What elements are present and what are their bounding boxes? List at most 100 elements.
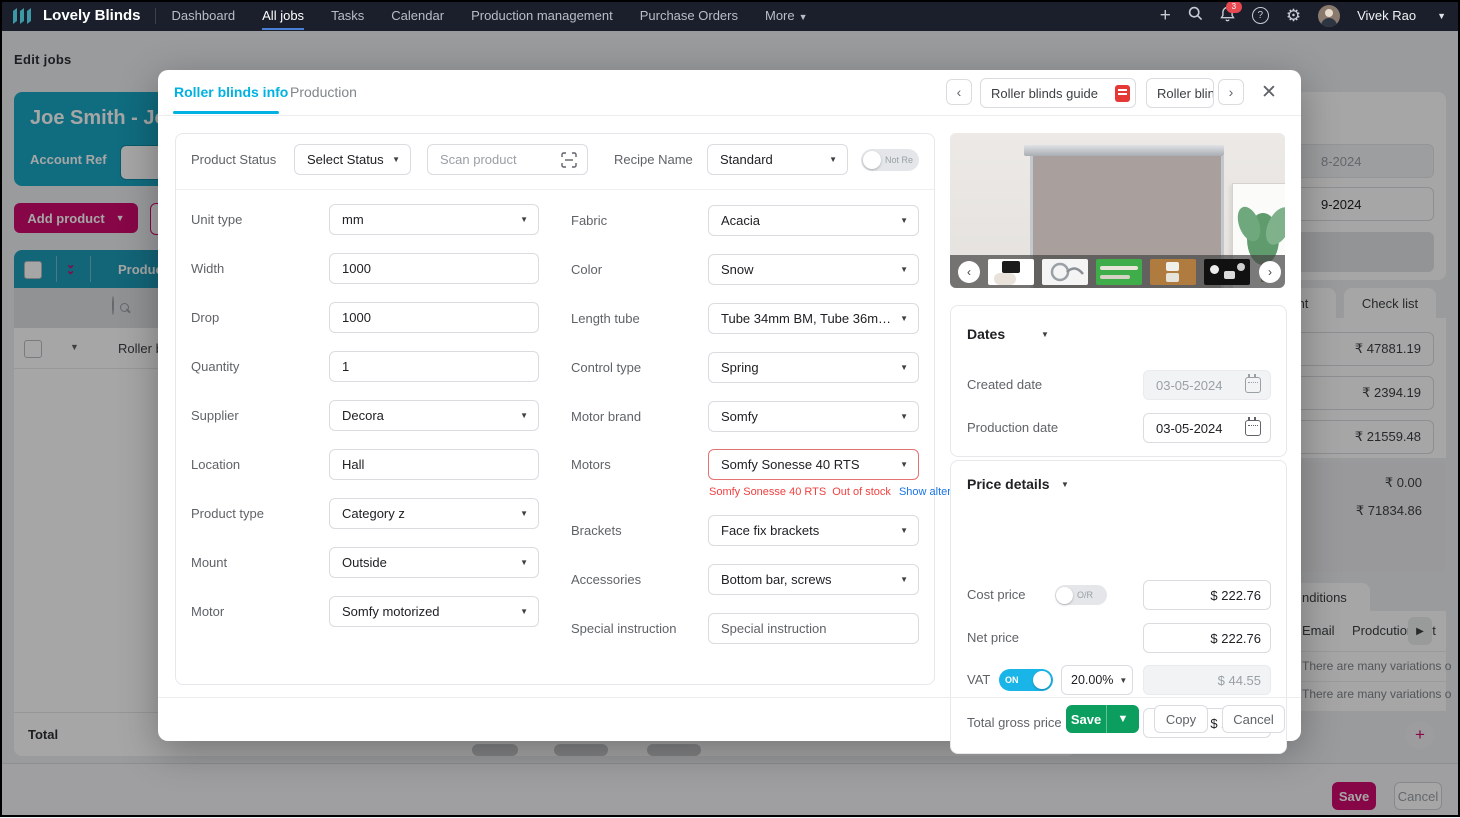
pdf-icon <box>1115 85 1130 102</box>
chevron-down-icon: ▼ <box>900 216 908 225</box>
topbar-divider <box>155 8 156 24</box>
brackets-label: Brackets <box>571 515 622 546</box>
product-status-label: Product Status <box>191 144 276 175</box>
recipe-name-label: Recipe Name <box>614 144 693 175</box>
supplier-select[interactable]: Decora▼ <box>329 400 539 431</box>
chevron-down-icon[interactable]: ▼ <box>1041 330 1049 339</box>
thumbnail-remote[interactable] <box>988 259 1034 285</box>
cost-override-toggle[interactable]: O/R <box>1055 585 1107 605</box>
nav-production-management[interactable]: Production management <box>471 8 613 23</box>
total-gross-label: Total gross price <box>967 708 1062 738</box>
production-date-input[interactable]: 03-05-2024 <box>1143 413 1271 443</box>
color-select[interactable]: Snow▼ <box>708 254 919 285</box>
vat-rate-select[interactable]: 20.00%▼ <box>1061 665 1133 695</box>
notifications-bell-icon[interactable]: 3 <box>1220 6 1235 26</box>
motor-brand-select[interactable]: Somfy▼ <box>708 401 919 432</box>
brackets-select[interactable]: Face fix brackets▼ <box>708 515 919 546</box>
chevron-down-icon: ▼ <box>900 412 908 421</box>
thumbnail-parts[interactable] <box>1204 259 1250 285</box>
location-input[interactable] <box>329 449 539 480</box>
guide-pdf-button[interactable]: Roller blinds guide <box>980 78 1136 108</box>
accessories-label: Accessories <box>571 564 641 595</box>
guide-next-button[interactable]: › <box>1218 79 1244 105</box>
save-button[interactable]: Save <box>1066 705 1106 733</box>
accessories-select[interactable]: Bottom bar, screws▼ <box>708 564 919 595</box>
thumbnail-tubes[interactable] <box>1096 259 1142 285</box>
length-tube-label: Length tube <box>571 303 640 334</box>
add-icon[interactable]: + <box>1160 6 1171 25</box>
chevron-down-icon: ▼ <box>520 607 528 616</box>
user-avatar[interactable] <box>1318 5 1340 27</box>
nav-calendar[interactable]: Calendar <box>391 8 444 23</box>
unit-type-select[interactable]: mm▼ <box>329 204 539 235</box>
close-icon[interactable]: ✕ <box>1261 81 1277 104</box>
nav-all-jobs[interactable]: All jobs <box>262 8 304 23</box>
not-ready-toggle[interactable]: Not Rea... <box>861 149 919 171</box>
cost-price-input[interactable]: $ 222.76 <box>1143 580 1271 610</box>
nav-dashboard[interactable]: Dashboard <box>172 8 236 23</box>
special-instruction-input[interactable] <box>708 613 919 644</box>
guide-prev-button[interactable]: ‹ <box>946 79 972 105</box>
motors-select[interactable]: Somfy Sonesse 40 RTS▼ <box>708 449 919 480</box>
active-tab-underline <box>173 111 279 114</box>
supplier-label: Supplier <box>191 400 239 431</box>
tab-roller-blinds-info[interactable]: Roller blinds info <box>174 84 288 100</box>
quantity-label: Quantity <box>191 351 239 382</box>
guide-next-pdf-button[interactable]: Roller blind <box>1146 78 1214 108</box>
recipe-select[interactable]: Standard▼ <box>707 144 848 175</box>
nav-tasks[interactable]: Tasks <box>331 8 364 23</box>
cancel-button[interactable]: Cancel <box>1222 705 1285 733</box>
carousel-next-icon[interactable]: › <box>1259 261 1281 283</box>
brand-title: Lovely Blinds <box>43 7 141 24</box>
chevron-down-icon: ▼ <box>1119 676 1127 685</box>
calendar-icon[interactable] <box>1245 420 1261 436</box>
chevron-down-icon: ▼ <box>900 314 908 323</box>
nav-more[interactable]: More▼ <box>765 8 808 23</box>
fabric-select[interactable]: Acacia▼ <box>708 205 919 236</box>
help-icon[interactable]: ? <box>1252 7 1269 24</box>
drop-label: Drop <box>191 302 219 333</box>
nav-purchase-orders[interactable]: Purchase Orders <box>640 8 738 23</box>
product-status-select[interactable]: Select Status▼ <box>294 144 411 175</box>
thumbnail-motor-cables[interactable] <box>1042 259 1088 285</box>
motor-select[interactable]: Somfy motorized▼ <box>329 596 539 627</box>
roller-blinds-modal: Roller blinds info Production ‹ Roller b… <box>158 70 1301 741</box>
product-type-select[interactable]: Category z▼ <box>329 498 539 529</box>
net-price-label: Net price <box>967 623 1019 653</box>
mount-select[interactable]: Outside▼ <box>329 547 539 578</box>
mount-label: Mount <box>191 547 227 578</box>
drop-input[interactable] <box>329 302 539 333</box>
thumbnail-brackets[interactable] <box>1150 259 1196 285</box>
chevron-down-icon: ▼ <box>900 265 908 274</box>
production-date-label: Production date <box>967 413 1058 443</box>
copy-button[interactable]: Copy <box>1154 705 1208 733</box>
chevron-down-icon[interactable]: ▼ <box>1437 11 1446 21</box>
vat-toggle[interactable]: ON <box>999 669 1053 691</box>
chevron-down-icon: ▼ <box>520 558 528 567</box>
chevron-down-icon: ▼ <box>520 411 528 420</box>
blind-rail <box>1024 145 1224 156</box>
search-icon[interactable] <box>1188 6 1203 25</box>
thumbnail-carousel: ‹ › <box>950 255 1285 288</box>
scan-product-input[interactable]: Scan product <box>427 144 588 175</box>
settings-gear-icon[interactable]: ⚙ <box>1286 7 1301 24</box>
chevron-down-icon: ▼ <box>900 526 908 535</box>
product-photo: ‹ › <box>950 133 1285 288</box>
user-name[interactable]: Vivek Rao <box>1357 8 1416 23</box>
cost-price-label: Cost price <box>967 580 1026 610</box>
width-input[interactable] <box>329 253 539 284</box>
net-price-input[interactable]: $ 222.76 <box>1143 623 1271 653</box>
control-type-select[interactable]: Spring▼ <box>708 352 919 383</box>
color-label: Color <box>571 254 602 285</box>
quantity-input[interactable] <box>329 351 539 382</box>
created-date-label: Created date <box>967 370 1042 400</box>
chevron-down-icon: ▼ <box>520 215 528 224</box>
tab-production[interactable]: Production <box>290 84 357 100</box>
chevron-down-icon[interactable]: ▼ <box>1061 480 1069 489</box>
save-options-chevron[interactable]: ▼ <box>1106 705 1139 733</box>
chevron-down-icon: ▼ <box>829 155 837 164</box>
length-tube-select[interactable]: Tube 34mm BM, Tube 36mm B...▼ <box>708 303 919 334</box>
carousel-prev-icon[interactable]: ‹ <box>958 261 980 283</box>
vat-label: VAT <box>967 665 990 695</box>
calendar-icon <box>1245 377 1261 393</box>
